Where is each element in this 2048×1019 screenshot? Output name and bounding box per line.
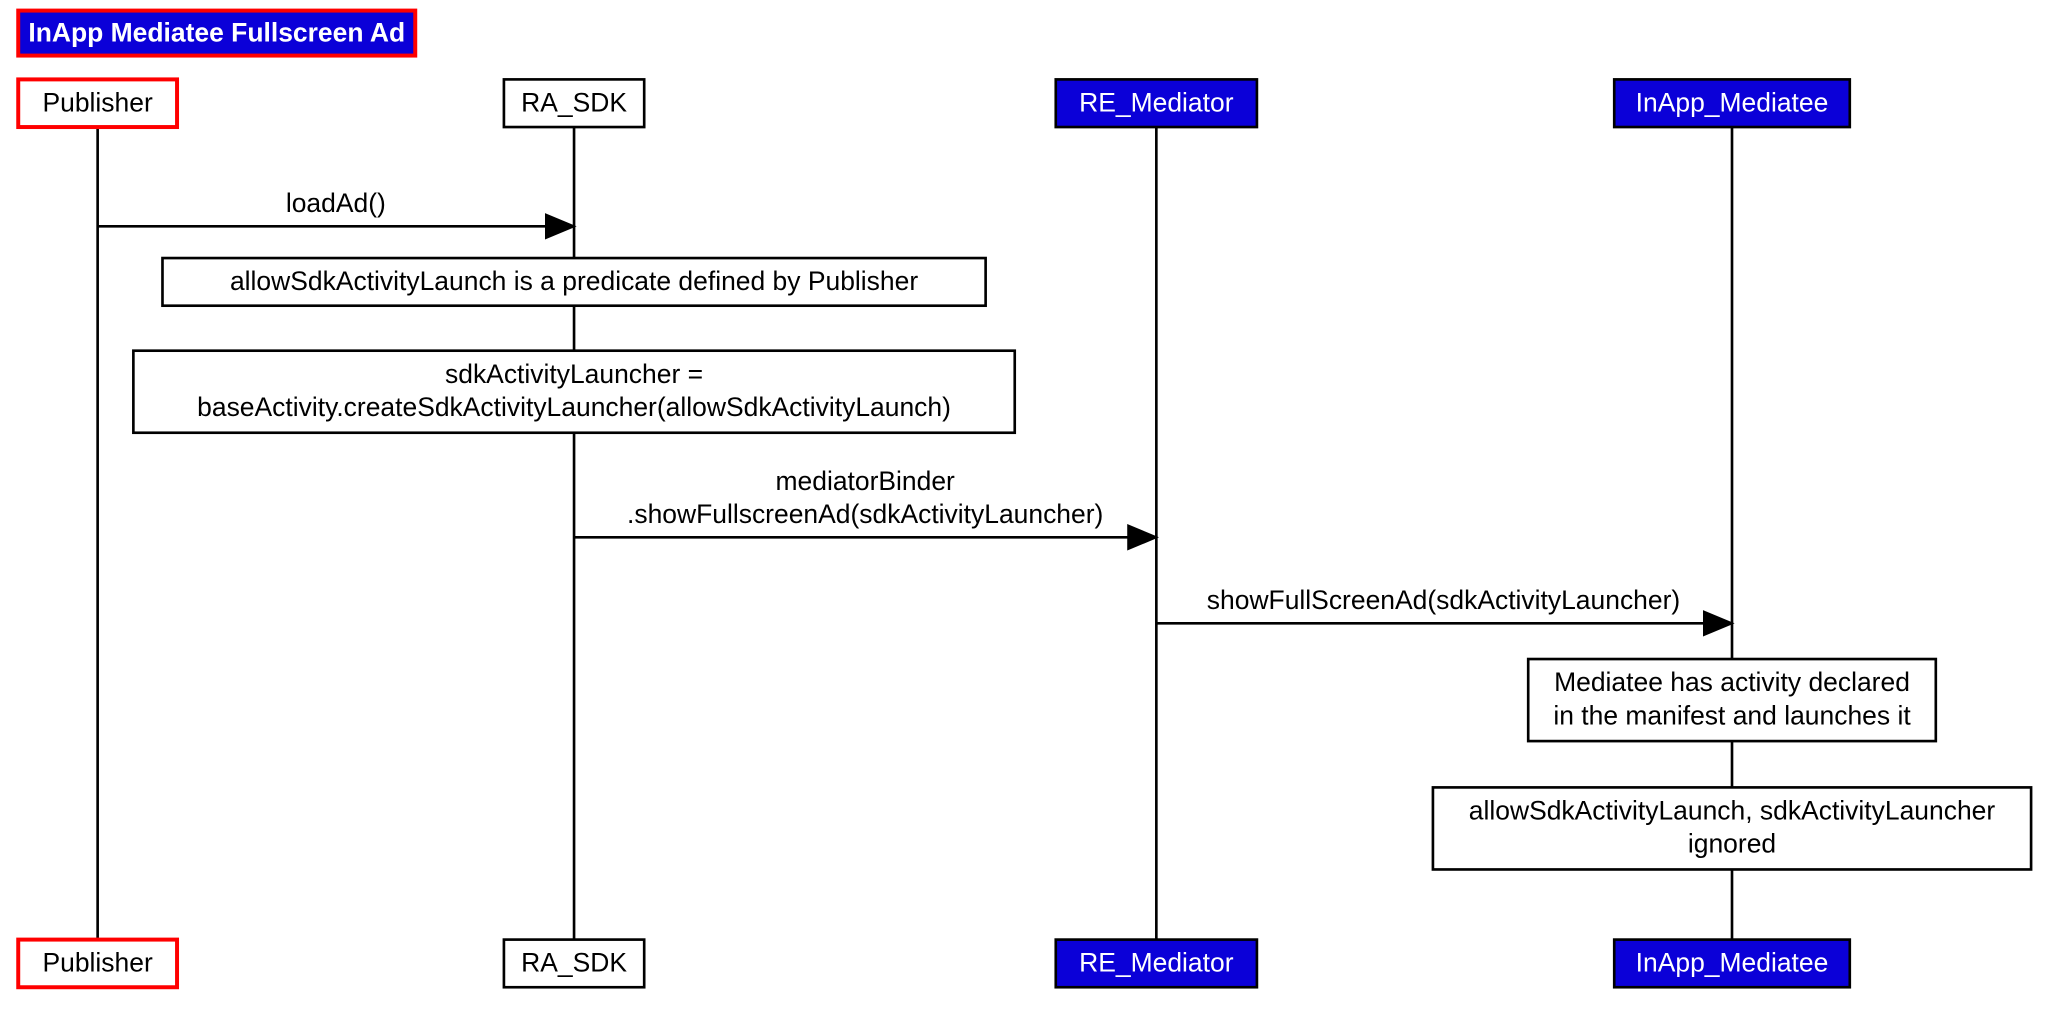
svg-text:InApp_Mediatee: InApp_Mediatee (1636, 88, 1829, 118)
msg-showfullscreenad: showFullScreenAd(sdkActivityLauncher) (1156, 585, 1732, 623)
svg-text:RA_SDK: RA_SDK (521, 88, 627, 118)
msg-mediatorbinder: mediatorBinder .showFullscreenAd(sdkActi… (574, 466, 1156, 537)
svg-text:allowSdkActivityLaunch, sdkAct: allowSdkActivityLaunch, sdkActivityLaunc… (1469, 796, 1996, 826)
svg-text:allowSdkActivityLaunch is a pr: allowSdkActivityLaunch is a predicate de… (230, 266, 918, 296)
svg-text:sdkActivityLauncher =: sdkActivityLauncher = (445, 359, 703, 389)
svg-text:mediatorBinder: mediatorBinder (775, 466, 955, 496)
msg-loadad: loadAd() (98, 188, 574, 226)
svg-text:RE_Mediator: RE_Mediator (1079, 948, 1234, 978)
svg-text:baseActivity.createSdkActivity: baseActivity.createSdkActivityLauncher(a… (197, 392, 951, 422)
svg-text:Publisher: Publisher (42, 88, 152, 118)
note-ignored: allowSdkActivityLaunch, sdkActivityLaunc… (1433, 787, 2031, 869)
participant-ra-sdk-bottom: RA_SDK (504, 940, 644, 988)
diagram-title-text: InApp Mediatee Fullscreen Ad (28, 17, 405, 47)
sequence-diagram: InApp Mediatee Fullscreen Ad Publisher R… (0, 0, 2048, 1019)
svg-text:.showFullscreenAd(sdkActivityL: .showFullscreenAd(sdkActivityLauncher) (627, 499, 1103, 529)
participant-re-mediator-bottom: RE_Mediator (1056, 940, 1257, 988)
svg-text:showFullScreenAd(sdkActivityLa: showFullScreenAd(sdkActivityLauncher) (1207, 585, 1680, 615)
svg-text:Mediatee has activity declared: Mediatee has activity declared (1554, 667, 1910, 697)
diagram-title: InApp Mediatee Fullscreen Ad (18, 11, 415, 56)
svg-text:RE_Mediator: RE_Mediator (1079, 88, 1234, 118)
participant-re-mediator-top: RE_Mediator (1056, 79, 1257, 127)
note-launcher: sdkActivityLauncher = baseActivity.creat… (133, 351, 1014, 433)
svg-text:RA_SDK: RA_SDK (521, 948, 627, 978)
participant-inapp-mediatee-bottom: InApp_Mediatee (1614, 940, 1850, 988)
note-manifest: Mediatee has activity declared in the ma… (1528, 659, 1936, 741)
svg-text:InApp_Mediatee: InApp_Mediatee (1636, 948, 1829, 978)
note-predicate: allowSdkActivityLaunch is a predicate de… (162, 258, 985, 306)
svg-text:loadAd(): loadAd() (286, 188, 386, 218)
svg-text:Publisher: Publisher (42, 948, 152, 978)
participant-inapp-mediatee-top: InApp_Mediatee (1614, 79, 1850, 127)
participant-publisher-bottom: Publisher (18, 940, 177, 988)
participant-ra-sdk-top: RA_SDK (504, 79, 644, 127)
participant-publisher-top: Publisher (18, 79, 177, 127)
svg-text:ignored: ignored (1688, 829, 1776, 859)
svg-text:in the manifest and launches i: in the manifest and launches it (1553, 700, 1911, 730)
